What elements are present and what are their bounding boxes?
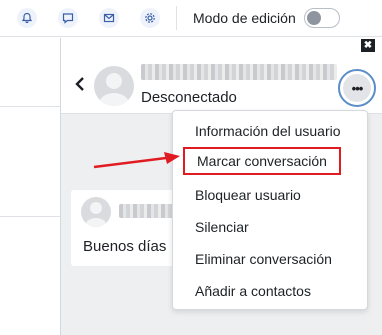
bell-icon[interactable] [17,8,37,28]
annotation-arrow-icon [93,152,180,169]
conversation-header: ✖ Desconectado ••• [61,38,382,114]
page-content-strip [0,38,60,335]
menu-item-user-info[interactable]: Información del usuario [195,123,341,139]
contact-name-redacted [141,64,337,80]
menu-item-add-contact[interactable]: Añadir a contactos [195,283,311,299]
conversation-actions-button[interactable]: ••• [338,69,376,107]
menu-item-delete-conversation[interactable]: Eliminar conversación [195,251,332,267]
edit-mode-toggle[interactable] [304,8,340,28]
conversation-actions-menu: Información del usuario Marcar conversac… [172,110,368,310]
navbar-divider [176,6,177,30]
more-options-icon: ••• [343,74,371,102]
contact-avatar[interactable] [94,66,134,106]
close-drawer-button[interactable]: ✖ [361,39,375,52]
gear-icon[interactable] [140,8,160,28]
edit-mode-label: Modo de edición [193,10,296,26]
divider [0,106,60,107]
chat-icon[interactable] [58,8,78,28]
mail-icon[interactable] [99,8,119,28]
sender-avatar [81,197,111,227]
back-icon[interactable] [73,74,87,94]
menu-item-mute[interactable]: Silenciar [195,219,249,235]
divider [0,216,60,217]
contact-status: Desconectado [141,89,237,106]
menu-item-star-conversation[interactable]: Marcar conversación [183,147,341,175]
top-navbar: Modo de edición [0,0,382,37]
menu-item-block-user[interactable]: Bloquear usuario [195,187,301,203]
toggle-knob [307,11,321,25]
message-text: Buenos días [83,238,167,255]
